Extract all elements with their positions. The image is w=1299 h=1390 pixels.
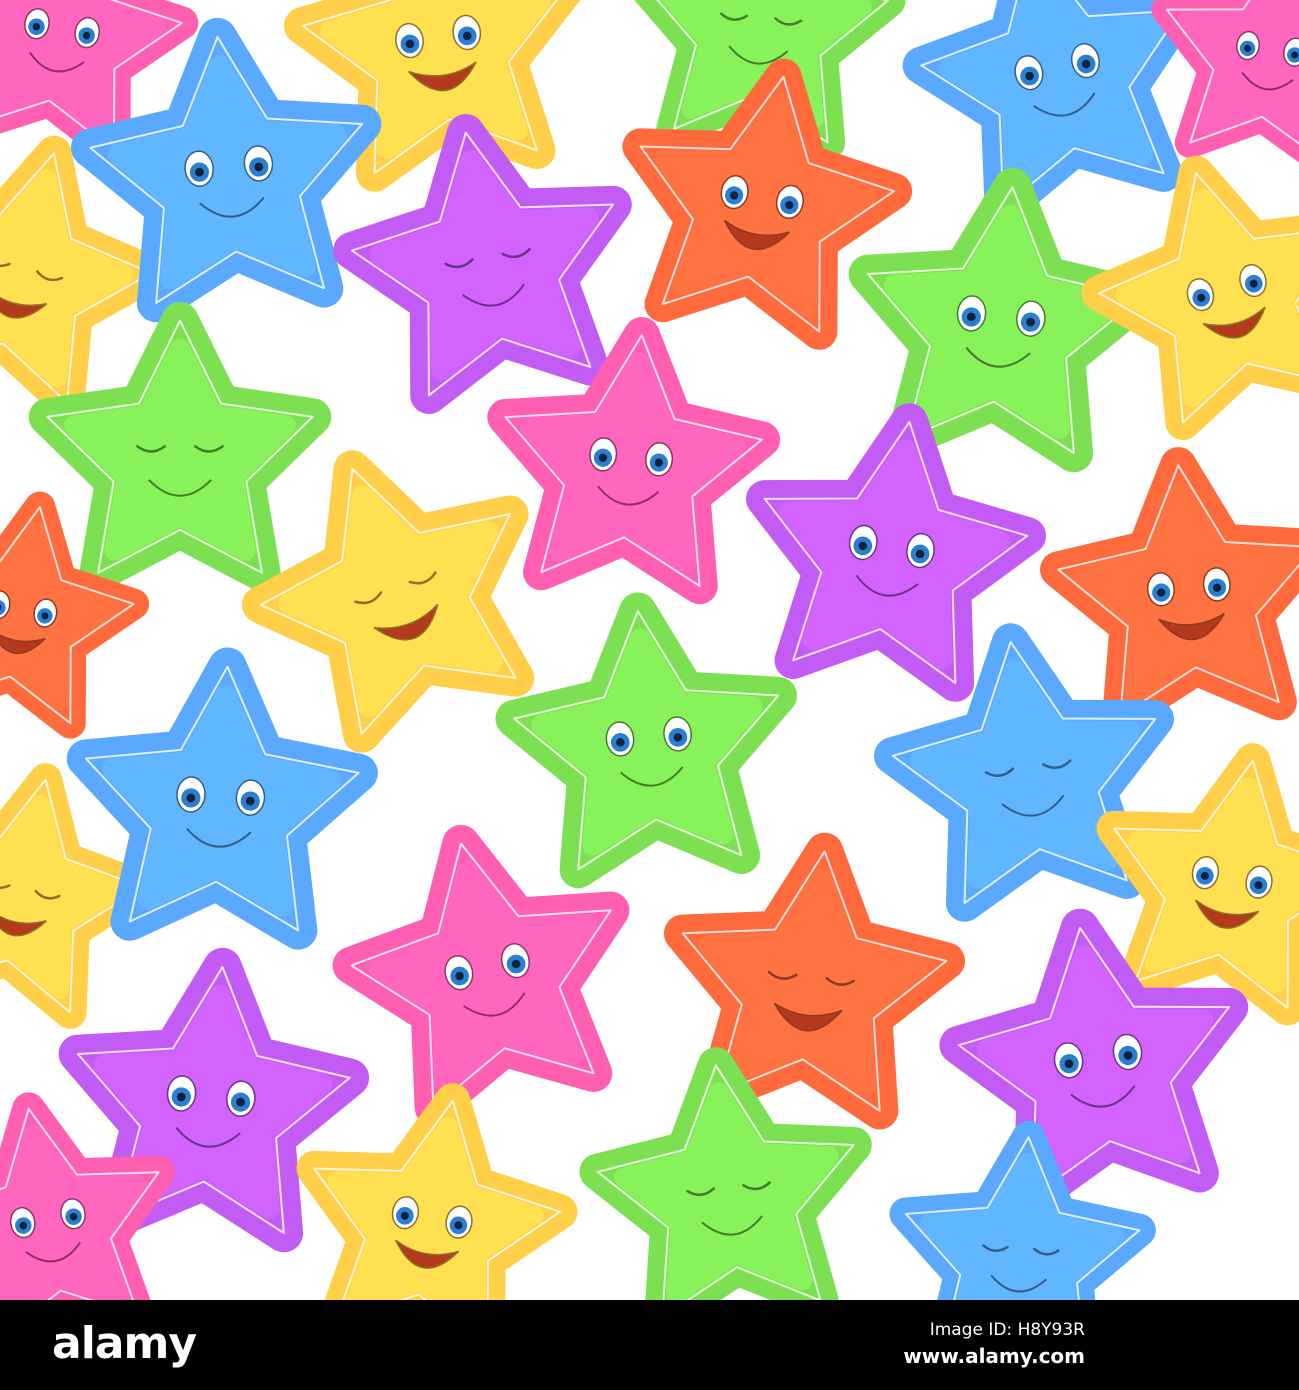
green-star-face bbox=[495, 592, 798, 889]
star-highlight bbox=[779, 439, 1011, 669]
orange-star-face bbox=[1039, 447, 1299, 735]
pink-star-face bbox=[1151, 0, 1299, 177]
yellow-star-face bbox=[1081, 155, 1299, 441]
image-id-label: Image ID: H8Y93R bbox=[929, 1320, 1085, 1340]
alamy-logo: alamy bbox=[52, 1318, 197, 1369]
stock-footer-bar: alamy Image ID: H8Y93R www.alamy.com bbox=[0, 1300, 1299, 1390]
star-pattern-illustration bbox=[0, 0, 1299, 1300]
website-label: www.alamy.com bbox=[903, 1344, 1085, 1368]
blue-star-face bbox=[66, 647, 378, 950]
